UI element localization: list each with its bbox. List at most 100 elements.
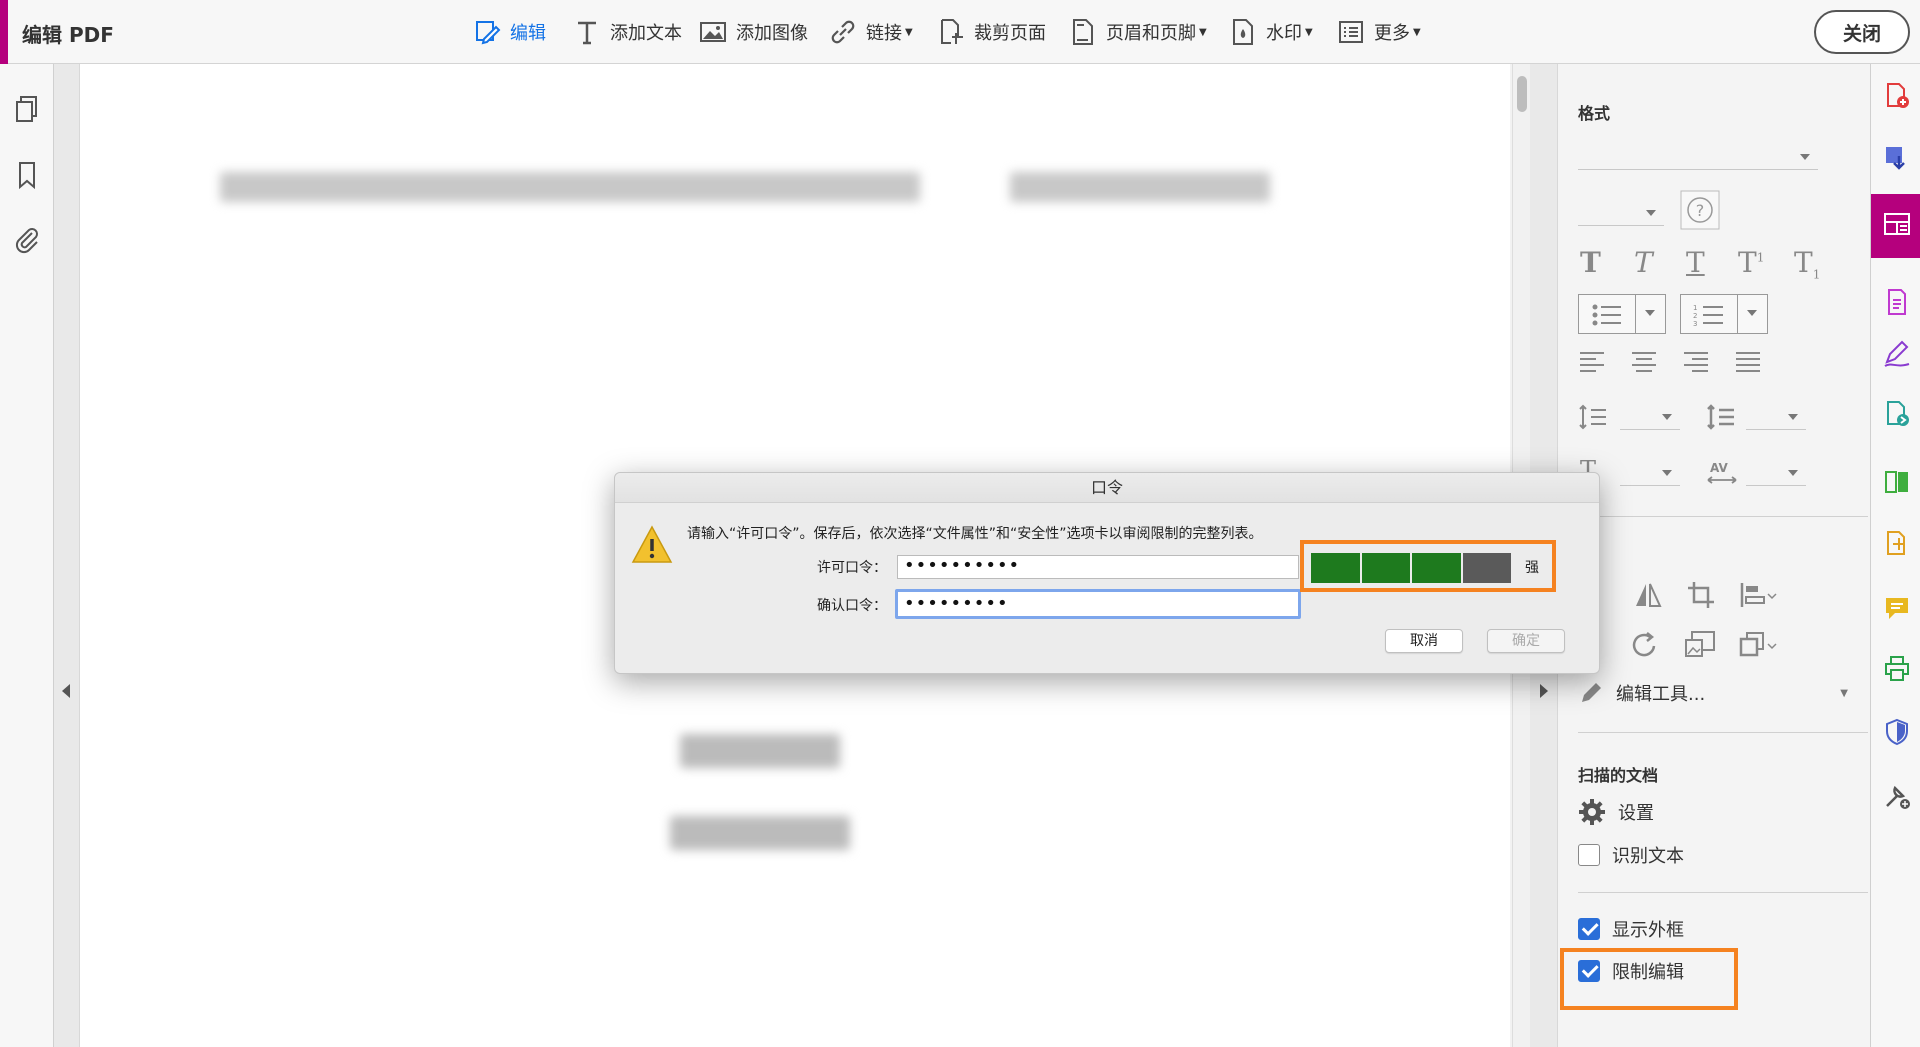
fill-sign-icon[interactable] (1883, 340, 1911, 368)
protect-icon[interactable] (1883, 718, 1911, 746)
line-spacing-icon[interactable] (1578, 404, 1608, 430)
svg-text:1: 1 (1693, 304, 1697, 312)
font-size-dropdown[interactable] (1578, 198, 1664, 226)
tool-watermark[interactable]: 水印 ▼ (1228, 14, 1313, 50)
show-bounding-checkbox[interactable] (1578, 918, 1600, 940)
print-production-icon[interactable] (1883, 654, 1911, 682)
attachment-icon[interactable] (12, 224, 42, 254)
collapse-left-icon (62, 684, 70, 698)
settings-label: 设置 (1618, 803, 1654, 824)
numbered-list-button[interactable]: 123 (1680, 294, 1768, 334)
panel-divider (1578, 516, 1868, 517)
warning-icon (631, 525, 673, 563)
character-spacing-dropdown[interactable] (1746, 458, 1806, 486)
left-nav-rail (0, 64, 54, 1047)
close-button[interactable]: 关闭 (1814, 10, 1910, 54)
crop-icon[interactable] (1686, 580, 1716, 610)
confirm-password-input[interactable]: ••••••••• (895, 589, 1301, 619)
flip-icon[interactable] (1632, 580, 1664, 610)
create-pdf-icon[interactable] (1883, 82, 1911, 110)
cancel-button[interactable]: 取消 (1385, 629, 1463, 653)
paragraph-spacing-icon[interactable] (1706, 404, 1736, 430)
blurred-text-line (220, 172, 920, 202)
tool-link-label: 链接 (866, 23, 902, 44)
ok-button[interactable]: 确定 (1487, 629, 1565, 653)
recognize-text-checkbox[interactable] (1578, 844, 1600, 866)
align-left-icon[interactable] (1578, 350, 1606, 372)
character-spacing-icon[interactable]: AV (1706, 460, 1738, 486)
top-toolbar: 编辑 PDF 编辑 添加文本 添加图像 链接 ▼ 裁剪页面 页眉和页脚 ▼ 水印… (0, 0, 1920, 64)
tool-edit[interactable]: 编辑 (472, 14, 546, 50)
accent-bar (0, 0, 8, 64)
confirm-password-label: 确认口令： (817, 598, 887, 614)
tool-add-text[interactable]: 添加文本 (572, 14, 682, 50)
tool-add-text-label: 添加文本 (610, 23, 682, 44)
arrange-icon[interactable] (1738, 580, 1778, 610)
replace-image-icon[interactable] (1684, 630, 1716, 660)
watermark-icon (1233, 19, 1253, 45)
organize-pages-icon[interactable] (1883, 288, 1911, 316)
bullet-list-icon (1592, 304, 1621, 326)
bookmark-icon[interactable] (12, 160, 42, 190)
subscript-icon[interactable]: T1 (1794, 246, 1820, 282)
align-right-icon[interactable] (1682, 350, 1710, 372)
italic-icon[interactable]: T (1634, 246, 1653, 279)
scanned-docs-heading: 扫描的文档 (1578, 766, 1659, 785)
tool-crop-page[interactable]: 裁剪页面 (936, 14, 1046, 50)
font-family-dropdown[interactable] (1578, 142, 1818, 170)
left-panel-toggle[interactable] (54, 64, 80, 1047)
text-scale-dropdown[interactable] (1620, 458, 1680, 486)
crop-page-icon (941, 19, 963, 44)
svg-text:3: 3 (1693, 320, 1697, 327)
compare-files-icon[interactable] (1883, 468, 1911, 496)
pages-icon[interactable] (12, 94, 42, 124)
show-bounding-row[interactable]: 显示外框 (1578, 916, 1684, 942)
tool-more[interactable]: 更多 ▼ (1336, 14, 1421, 50)
edit-pdf-icon[interactable] (1883, 210, 1911, 238)
tool-header-footer[interactable]: 页眉和页脚 ▼ (1068, 14, 1207, 50)
collapse-right-icon (1540, 684, 1548, 698)
chevron-down-icon: ▼ (1199, 26, 1207, 38)
tool-link[interactable]: 链接 ▼ (828, 14, 913, 50)
bold-icon[interactable]: T (1580, 246, 1601, 279)
line-spacing-dropdown[interactable] (1620, 402, 1680, 430)
settings-row[interactable]: 设置 (1578, 798, 1654, 826)
link-icon (831, 20, 855, 44)
show-bounding-label: 显示外框 (1612, 920, 1684, 941)
align-justify-icon[interactable] (1734, 350, 1762, 372)
format-panel: 格式 ? T T T T1 T1 123 T AV 象 编辑工具... ▼ 扫描… (1558, 64, 1870, 1047)
paragraph-spacing-dropdown[interactable] (1746, 402, 1806, 430)
svg-text:?: ? (1696, 201, 1705, 220)
more-icon (1339, 21, 1363, 43)
export-pdf-icon[interactable] (1883, 144, 1911, 172)
chevron-down-icon (1645, 310, 1655, 316)
edit-tools-row[interactable]: 编辑工具... ▼ (1578, 680, 1848, 706)
bullet-list-button[interactable] (1578, 294, 1666, 334)
permission-password-input[interactable]: •••••••••• (897, 555, 1299, 579)
chevron-down-icon: ▼ (1840, 687, 1848, 699)
gear-icon (1579, 799, 1605, 825)
dialog-message: 请输入“许可口令”。保存后，依次选择“文件属性”和“安全性”选项卡以审阅限制的完… (687, 526, 1263, 542)
rotate-icon[interactable] (1630, 630, 1660, 660)
tool-header-footer-label: 页眉和页脚 (1106, 23, 1196, 44)
combine-files-icon[interactable] (1883, 530, 1911, 558)
blurred-text-line (680, 734, 840, 768)
blurred-text-line (1010, 172, 1270, 202)
comment-icon[interactable] (1883, 594, 1911, 622)
recognize-text-row[interactable]: 识别文本 (1578, 842, 1684, 868)
superscript-icon[interactable]: T1 (1738, 246, 1764, 279)
align-center-icon[interactable] (1630, 350, 1658, 372)
chevron-down-icon: ▼ (905, 26, 913, 38)
underline-icon[interactable]: T (1686, 246, 1705, 279)
scrollbar-thumb[interactable] (1517, 76, 1527, 112)
panel-divider (1578, 892, 1868, 893)
more-tools-icon[interactable] (1883, 782, 1911, 810)
group-icon[interactable] (1738, 630, 1778, 660)
help-icon[interactable]: ? (1680, 190, 1720, 230)
tool-add-image[interactable]: 添加图像 (698, 14, 808, 50)
dialog-title: 口令 (615, 473, 1599, 503)
restrict-editing-highlight-box (1560, 948, 1738, 1010)
send-review-icon[interactable] (1883, 400, 1911, 428)
header-footer-icon (1073, 19, 1093, 45)
text-icon (578, 21, 596, 45)
